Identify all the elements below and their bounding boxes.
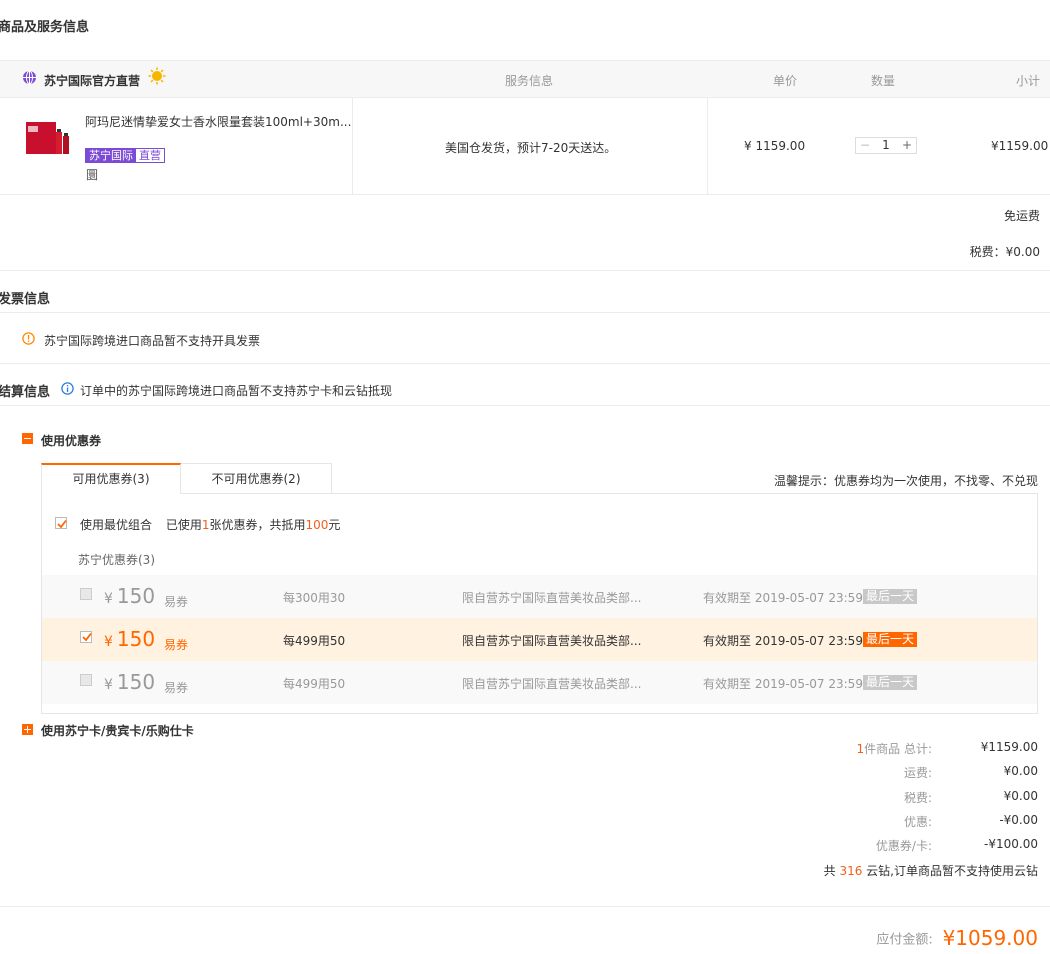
coupon-limit: 限自营苏宁国际直营美妆品类部... bbox=[462, 634, 642, 648]
summary-freight-row: 运费: ¥0.00 bbox=[903, 764, 1038, 780]
payable-label: 应付金额: bbox=[876, 932, 933, 948]
product-name-link[interactable]: 阿玛尼迷情挚爱女士香水限量套装100ml+30m... bbox=[85, 113, 351, 130]
info-icon bbox=[61, 382, 74, 398]
col-unit-price: 单价 bbox=[773, 74, 798, 88]
coupon-checkbox[interactable] bbox=[80, 631, 92, 643]
free-shipping: 免运费 bbox=[1003, 209, 1040, 223]
tax-amount: 税费：¥0.00 bbox=[969, 245, 1040, 259]
qty-plus-button[interactable]: + bbox=[898, 138, 916, 153]
col-subtotal: 小计 bbox=[1016, 74, 1041, 88]
summary-total-row: 1件商品 总计: ¥1159.00 bbox=[856, 740, 1039, 756]
used-count: 1 bbox=[201, 518, 210, 532]
summary-discount-row: 优惠: -¥0.00 bbox=[903, 813, 1038, 829]
column-divider bbox=[707, 98, 708, 194]
coupon-row[interactable]: ¥150 易券 每499用50 限自营苏宁国际直营美妆品类部... 有效期至 2… bbox=[42, 661, 1037, 704]
yunzuan-count: 316 bbox=[839, 864, 863, 878]
summary-coupon: -¥100.00 bbox=[984, 837, 1038, 851]
invoice-notice: 苏宁国际跨境进口商品暂不支持开具发票 bbox=[44, 334, 261, 348]
last-day-badge: 最后一天 bbox=[863, 589, 918, 604]
section-title-invoice: 发票信息 bbox=[0, 292, 51, 307]
product-thumbnail[interactable] bbox=[24, 118, 72, 158]
summary-coupon-row: 优惠券/卡: -¥100.00 bbox=[875, 837, 1038, 853]
coupon-expire: 有效期至 2019-05-07 23:59 bbox=[703, 634, 863, 648]
summary-tax: ¥0.00 bbox=[1003, 789, 1038, 803]
summary-tax-row: 税费: ¥0.00 bbox=[903, 789, 1038, 805]
coupon-limit: 限自营苏宁国际直营美妆品类部... bbox=[462, 677, 642, 691]
summary-freight: ¥0.00 bbox=[1003, 764, 1038, 778]
best-combo-label: 使用最优组合 bbox=[80, 518, 153, 532]
tag-direct: 直营 bbox=[136, 149, 164, 162]
sun-badge-icon bbox=[148, 67, 166, 88]
coupon-rule: 每499用50 bbox=[283, 634, 346, 648]
coupon-amount: ¥150 bbox=[104, 670, 156, 694]
best-combo-checkbox[interactable] bbox=[55, 517, 67, 529]
quantity-stepper: − 1 + bbox=[855, 137, 917, 154]
tab-unavailable-coupons[interactable]: 不可用优惠券(2) bbox=[180, 463, 332, 494]
expand-icon[interactable] bbox=[22, 724, 33, 735]
coupon-tip: 温馨提示：优惠券均为一次使用，不找零、不兑现 bbox=[773, 474, 1038, 488]
summary-discount: -¥0.00 bbox=[999, 813, 1038, 827]
coupon-kind: 易券 bbox=[164, 681, 189, 695]
last-day-badge: 最后一天 bbox=[863, 675, 918, 690]
col-service: 服务信息 bbox=[505, 74, 554, 88]
coupon-group-title: 苏宁优惠券(3) bbox=[78, 553, 155, 567]
tab-available-coupons[interactable]: 可用优惠券(3) bbox=[41, 463, 181, 494]
coupon-checkbox[interactable] bbox=[80, 588, 92, 600]
used-amount: 100 bbox=[305, 518, 329, 532]
divider bbox=[0, 270, 1050, 271]
qty-input[interactable]: 1 bbox=[874, 138, 898, 153]
column-divider bbox=[352, 98, 353, 194]
divider bbox=[0, 405, 1050, 406]
settle-notice: 订单中的苏宁国际跨境进口商品暂不支持苏宁卡和云钻抵现 bbox=[80, 384, 393, 398]
divider bbox=[0, 363, 1050, 364]
last-day-badge: 最后一天 bbox=[863, 632, 918, 647]
coupon-expire: 有效期至 2019-05-07 23:59 bbox=[703, 591, 863, 605]
coupon-kind: 易券 bbox=[164, 638, 189, 652]
use-coupon-toggle[interactable]: 使用优惠券 bbox=[41, 432, 101, 449]
warning-icon bbox=[22, 332, 35, 348]
tag-suning-intl: 苏宁国际 bbox=[86, 149, 136, 162]
coupon-row[interactable]: ¥150 易券 每300用30 限自营苏宁国际直营美妆品类部... 有效期至 2… bbox=[42, 575, 1037, 618]
coupon-amount: ¥150 bbox=[104, 627, 156, 651]
item-count: 1 bbox=[856, 742, 865, 756]
check-icon bbox=[57, 519, 67, 529]
service-info: 美国仓发货，预计7-20天送达。 bbox=[445, 141, 617, 155]
divider bbox=[0, 312, 1050, 313]
use-cards-toggle[interactable]: 使用苏宁卡/贵宾卡/乐购仕卡 bbox=[41, 722, 194, 739]
unit-price: ¥ 1159.00 bbox=[744, 139, 806, 153]
section-title-settle: 结算信息 bbox=[0, 385, 51, 400]
col-quantity: 数量 bbox=[871, 74, 896, 88]
check-icon bbox=[82, 632, 92, 642]
row-subtotal: ¥1159.00 bbox=[991, 139, 1049, 153]
product-extra-mark: 圜 bbox=[86, 168, 99, 182]
payable-amount: ¥1059.00 bbox=[942, 926, 1038, 950]
qty-minus-button[interactable]: − bbox=[856, 138, 874, 153]
coupon-expire: 有效期至 2019-05-07 23:59 bbox=[703, 677, 863, 691]
coupon-rule: 每499用50 bbox=[283, 677, 346, 691]
payable-line: 应付金额: ¥1059.00 bbox=[876, 926, 1038, 950]
section-title-product: 商品及服务信息 bbox=[0, 20, 90, 35]
best-combo-line: 使用最优组合 已使用1张优惠券，共抵用100元 bbox=[80, 518, 341, 532]
coupon-checkbox[interactable] bbox=[80, 674, 92, 686]
coupon-row-selected[interactable]: ¥150 易券 每499用50 限自营苏宁国际直营美妆品类部... 有效期至 2… bbox=[42, 618, 1037, 661]
collapse-icon[interactable] bbox=[22, 433, 33, 444]
coupon-limit: 限自营苏宁国际直营美妆品类部... bbox=[462, 591, 642, 605]
globe-icon bbox=[22, 70, 37, 88]
coupon-kind: 易券 bbox=[164, 595, 189, 609]
coupon-rule: 每300用30 bbox=[283, 591, 346, 605]
yunzuan-notice: 共 316 云钻,订单商品暂不支持使用云钻 bbox=[823, 864, 1038, 878]
product-table-header: 苏宁国际官方直营 服务信息 单价 数量 小计 bbox=[0, 60, 1050, 98]
shop-name-link[interactable]: 苏宁国际官方直营 bbox=[44, 72, 140, 89]
summary-total: ¥1159.00 bbox=[980, 740, 1038, 754]
coupon-amount: ¥150 bbox=[104, 584, 156, 608]
divider bbox=[0, 906, 1050, 907]
product-tag: 苏宁国际 直营 bbox=[85, 148, 165, 163]
